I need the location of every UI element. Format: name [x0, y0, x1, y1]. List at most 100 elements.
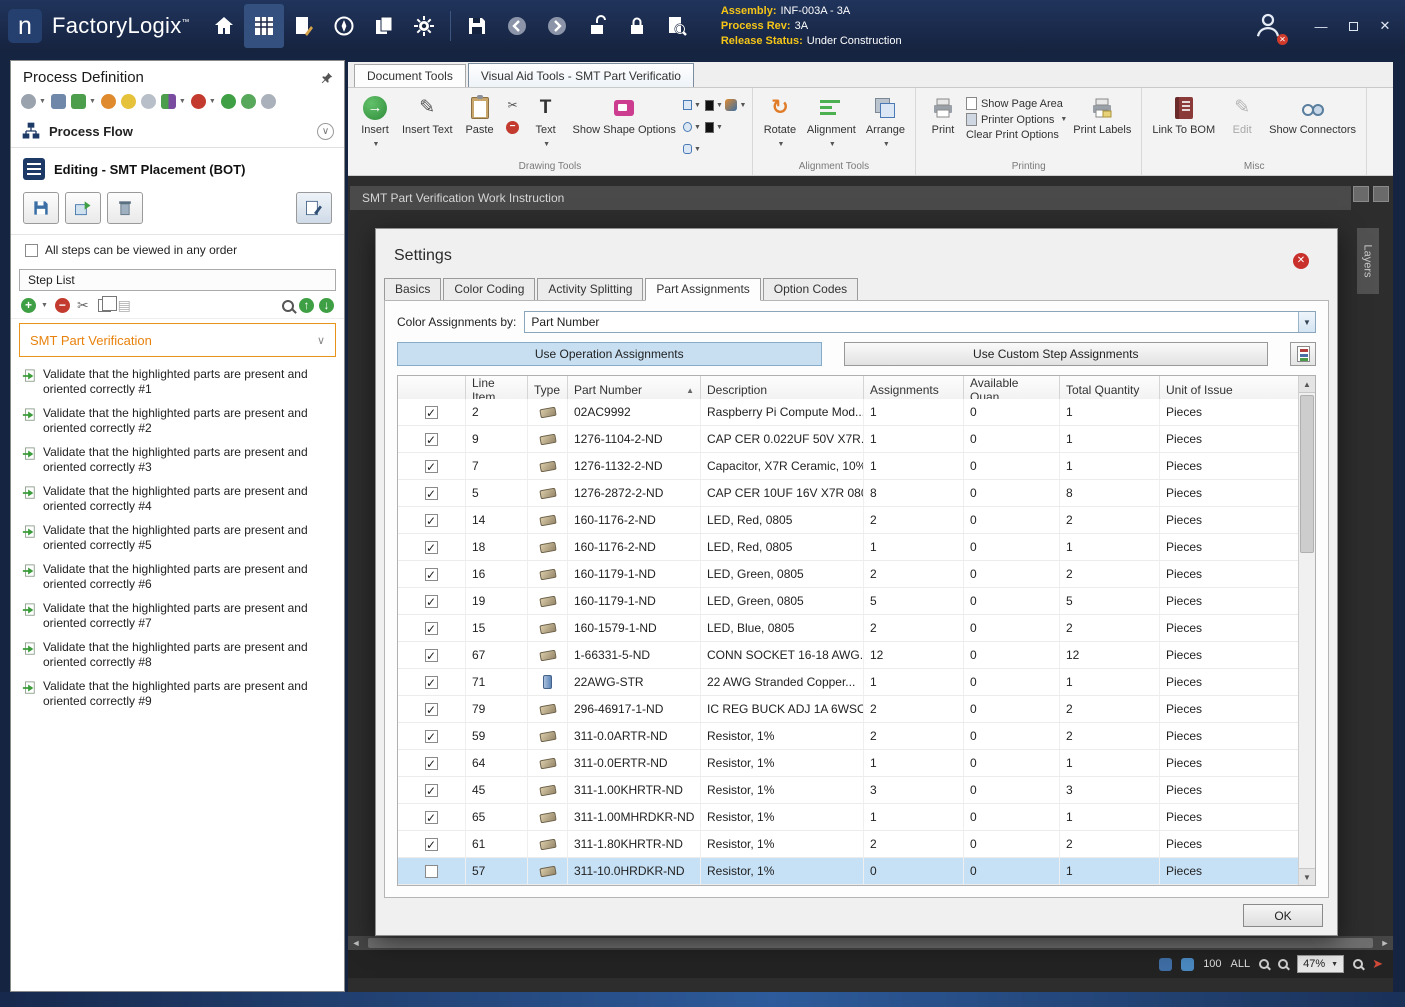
horizontal-scrollbar[interactable]: ◄ ►: [348, 936, 1393, 950]
ellipse-shape-icon[interactable]: ▼: [682, 118, 702, 136]
table-row[interactable]: 59 311-0.0ARTR-ND Resistor, 1% 2 0 2 Pie…: [398, 723, 1298, 750]
vertical-scrollbar[interactable]: ▲ ▼: [1298, 376, 1315, 885]
fill-color-picker[interactable]: ▼: [704, 96, 724, 114]
refresh-icon[interactable]: [21, 94, 36, 109]
table-row[interactable]: 15 160-1579-1-ND LED, Blue, 0805 2 0 2 P…: [398, 615, 1298, 642]
use-operation-assignments-button[interactable]: Use Operation Assignments: [397, 342, 822, 366]
step-list-item[interactable]: Validate that the highlighted parts are …: [11, 441, 345, 480]
page-view-icon[interactable]: [1353, 186, 1369, 202]
row-checkbox[interactable]: [425, 622, 438, 635]
row-checkbox[interactable]: [425, 406, 438, 419]
scroll-left-icon[interactable]: ◄: [348, 938, 364, 948]
rotate-button[interactable]: ↻Rotate▼: [759, 92, 801, 154]
show-page-area-button[interactable]: Show Page Area: [966, 97, 1067, 110]
select-chevron-icon[interactable]: ▼: [1298, 312, 1315, 332]
row-checkbox[interactable]: [425, 676, 438, 689]
remove-step-icon[interactable]: −: [55, 298, 70, 313]
color-assignments-select[interactable]: Part Number ▼: [524, 311, 1316, 333]
step-list-item[interactable]: Validate that the highlighted parts are …: [11, 558, 345, 597]
search-step-icon[interactable]: [282, 300, 294, 312]
grid-toggle-icon[interactable]: [1159, 958, 1172, 971]
save-button[interactable]: [457, 4, 497, 48]
row-checkbox[interactable]: [425, 487, 438, 500]
zoom-out-icon[interactable]: [1259, 959, 1269, 969]
insert-text-button[interactable]: ✎Insert Text: [398, 92, 457, 139]
table-row[interactable]: 5 1276-2872-2-ND CAP CER 10UF 16V X7R 08…: [398, 480, 1298, 507]
home-button[interactable]: [204, 4, 244, 48]
trainee-icon[interactable]: [121, 94, 136, 109]
layers-toggle-icon[interactable]: [1373, 186, 1389, 202]
print-button[interactable]: Print: [922, 92, 964, 139]
add-step-icon[interactable]: +: [21, 298, 36, 313]
scroll-right-icon[interactable]: ►: [1377, 938, 1393, 948]
table-row[interactable]: 71 22AWG-STR 22 AWG Stranded Copper... 1…: [398, 669, 1298, 696]
order-checkbox[interactable]: [25, 244, 38, 257]
scrollbar-thumb[interactable]: [1300, 395, 1314, 553]
table-row[interactable]: 2 02AC9992 Raspberry Pi Compute Mod... 1…: [398, 399, 1298, 426]
dropdown-arrow-icon[interactable]: ▼: [179, 98, 186, 105]
zoom-level-select[interactable]: 47%▼: [1297, 955, 1344, 973]
status-green-icon[interactable]: [241, 94, 256, 109]
ok-button[interactable]: OK: [1243, 904, 1323, 927]
documents-button[interactable]: [364, 4, 404, 48]
row-checkbox[interactable]: [425, 514, 438, 527]
tab-part-assignments[interactable]: Part Assignments: [645, 278, 760, 301]
assign-icon[interactable]: [71, 94, 86, 109]
dropdown-arrow-icon[interactable]: ▼: [209, 98, 216, 105]
step-list-item[interactable]: Validate that the highlighted parts are …: [11, 636, 345, 675]
table-row[interactable]: 67 1-66331-5-ND CONN SOCKET 16-18 AWG...…: [398, 642, 1298, 669]
move-up-icon[interactable]: ↑: [299, 298, 314, 313]
dropdown-arrow-icon[interactable]: ▼: [89, 98, 96, 105]
row-checkbox[interactable]: [425, 649, 438, 662]
user-icon[interactable]: ✕: [1253, 10, 1283, 43]
arrange-button[interactable]: Arrange▼: [862, 92, 909, 154]
document-edit-button[interactable]: [284, 4, 324, 48]
dropdown-arrow-icon[interactable]: ▼: [41, 302, 48, 309]
row-checkbox[interactable]: [425, 730, 438, 743]
copy-icon[interactable]: [98, 299, 111, 312]
text-button[interactable]: TText▼: [525, 92, 567, 154]
row-checkbox[interactable]: [425, 703, 438, 716]
tab-basics[interactable]: Basics: [384, 278, 441, 301]
delete-button[interactable]: [107, 192, 143, 224]
table-row[interactable]: 7 1276-1132-2-ND Capacitor, X7R Ceramic,…: [398, 453, 1298, 480]
alignment-button[interactable]: Alignment▼: [803, 92, 860, 154]
step-list-item[interactable]: Validate that the highlighted parts are …: [11, 363, 345, 402]
process-flow-row[interactable]: Process Flow ∨: [11, 115, 344, 148]
step-list-item[interactable]: Validate that the highlighted parts are …: [11, 402, 345, 441]
row-checkbox[interactable]: [425, 784, 438, 797]
collapse-chevron-icon[interactable]: ∨: [317, 123, 334, 140]
line-color-picker[interactable]: ▼: [704, 118, 724, 136]
pointer-icon[interactable]: ➤: [1372, 956, 1383, 972]
tab-color-coding[interactable]: Color Coding: [443, 278, 535, 301]
row-checkbox[interactable]: [425, 757, 438, 770]
tab-option-codes[interactable]: Option Codes: [763, 278, 858, 301]
rectangle-shape-icon[interactable]: ▼: [682, 96, 702, 114]
link-to-bom-button[interactable]: Link To BOM: [1148, 92, 1219, 139]
table-row[interactable]: 61 311-1.80KHRTR-ND Resistor, 1% 2 0 2 P…: [398, 831, 1298, 858]
row-checkbox[interactable]: [425, 460, 438, 473]
unlock-button[interactable]: [577, 4, 617, 48]
layers-tab[interactable]: Layers: [1357, 228, 1379, 294]
tab-document-tools[interactable]: Document Tools: [354, 64, 466, 87]
zoom-all-button[interactable]: ALL: [1231, 958, 1251, 970]
tab-visual-aid-tools[interactable]: Visual Aid Tools - SMT Part Verificatio: [468, 63, 694, 87]
move-down-icon[interactable]: ↓: [319, 298, 334, 313]
paint-bucket-icon[interactable]: ▼: [726, 96, 746, 114]
dropdown-arrow-icon[interactable]: ▼: [39, 98, 46, 105]
remove-icon[interactable]: −: [503, 118, 523, 136]
close-button[interactable]: ✕: [1373, 18, 1397, 34]
table-row[interactable]: 16 160-1179-1-ND LED, Green, 0805 2 0 2 …: [398, 561, 1298, 588]
table-row[interactable]: 9 1276-1104-2-ND CAP CER 0.022UF 50V X7R…: [398, 426, 1298, 453]
row-checkbox[interactable]: [425, 838, 438, 851]
add-user-icon[interactable]: [141, 94, 156, 109]
step-list-item[interactable]: Validate that the highlighted parts are …: [11, 519, 345, 558]
row-checkbox[interactable]: [425, 595, 438, 608]
step-list-item[interactable]: Validate that the highlighted parts are …: [11, 597, 345, 636]
pan-toggle-icon[interactable]: [1181, 958, 1194, 971]
navigator-button[interactable]: [324, 4, 364, 48]
report-button[interactable]: [1290, 342, 1316, 366]
tab-activity-splitting[interactable]: Activity Splitting: [537, 278, 643, 301]
step-list-item[interactable]: Validate that the highlighted parts are …: [11, 675, 345, 714]
step-list-item[interactable]: Validate that the highlighted parts are …: [11, 480, 345, 519]
